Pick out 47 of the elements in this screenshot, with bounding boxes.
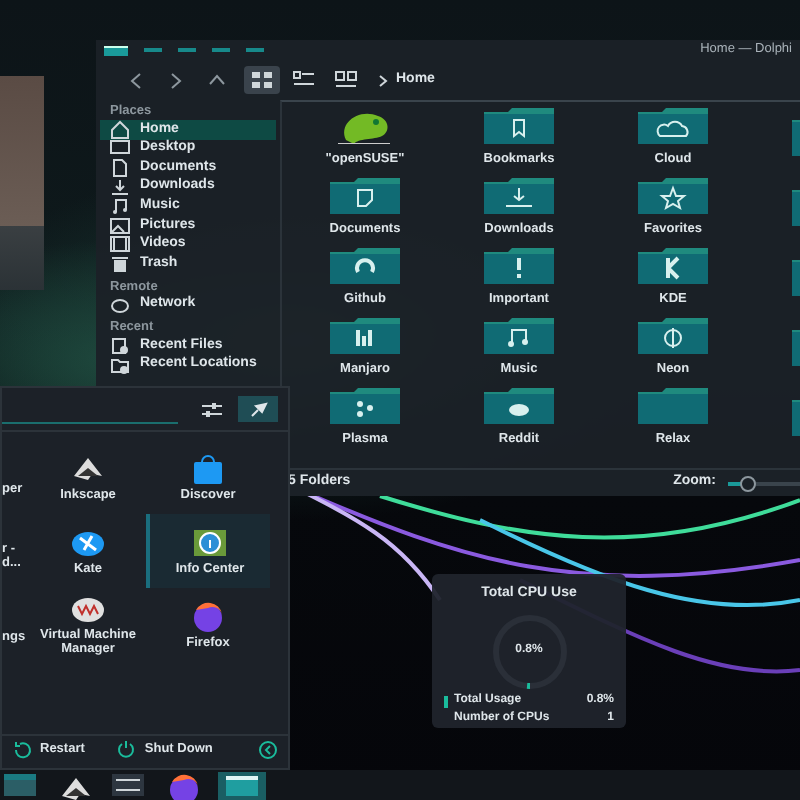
recent-location-icon — [110, 355, 130, 376]
folder-icon[interactable] — [330, 178, 400, 215]
icons-view-icon — [250, 70, 274, 90]
restart-icon — [12, 739, 32, 759]
folder-icon[interactable] — [638, 248, 708, 285]
document-icon — [110, 157, 130, 178]
view-mode-button[interactable] — [244, 66, 280, 94]
network-icon — [110, 295, 130, 316]
folder-icon[interactable] — [484, 108, 554, 145]
folder-icon[interactable] — [330, 388, 400, 425]
folder-icon[interactable] — [330, 248, 400, 285]
home-icon — [110, 119, 130, 140]
vm-logo-icon — [68, 592, 108, 627]
folder-icon[interactable] — [638, 178, 708, 215]
folder-icon[interactable] — [484, 248, 554, 285]
desktop-icon — [110, 138, 130, 159]
download-icon — [110, 177, 130, 198]
compact-view-icon — [334, 70, 358, 90]
taskbar-app[interactable] — [218, 771, 266, 799]
folder-icon[interactable] — [484, 318, 554, 355]
power-icon — [116, 739, 137, 759]
details-view-icon — [292, 70, 316, 90]
taskbar-app[interactable] — [110, 771, 150, 799]
shopping-bag-icon — [188, 451, 228, 486]
chevron-icon — [378, 73, 388, 87]
app-icon — [104, 45, 128, 55]
video-icon — [110, 234, 130, 255]
pin-icon — [249, 400, 267, 418]
music-icon — [110, 196, 130, 217]
trash-icon — [110, 253, 130, 274]
folder-icon[interactable] — [484, 178, 554, 215]
slider-thumb[interactable] — [740, 475, 757, 491]
info-icon — [190, 525, 230, 560]
folder-icon[interactable] — [638, 318, 708, 355]
picture-icon — [110, 215, 130, 236]
recent-file-icon — [110, 336, 130, 357]
pin-button[interactable] — [238, 396, 278, 422]
back-icon — [128, 71, 144, 89]
folder-window-icon — [222, 771, 262, 799]
folder-icon[interactable] — [638, 108, 708, 145]
log-out-button[interactable] — [258, 739, 278, 759]
folder-icon[interactable] — [330, 318, 400, 355]
sliders-icon — [110, 771, 150, 799]
settings-icon[interactable] — [202, 401, 222, 417]
forward-icon — [168, 71, 184, 89]
window-icon — [2, 771, 42, 799]
folder-icon[interactable] — [484, 388, 554, 425]
